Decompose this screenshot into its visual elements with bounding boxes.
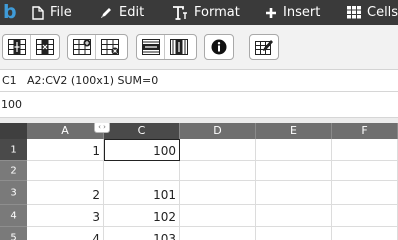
cell-a4[interactable]: 3 [27, 205, 104, 227]
row-number: 2 [10, 165, 17, 176]
formula-input[interactable] [0, 92, 396, 117]
cell-value: 1 [92, 144, 100, 158]
column-header-a[interactable]: A [27, 123, 104, 139]
insert-column-button[interactable] [3, 35, 31, 59]
insert-row-button[interactable] [68, 35, 96, 59]
cell-value: 100 [153, 144, 176, 158]
text-format-icon [173, 6, 187, 20]
cell-a1[interactable]: 1 [27, 139, 104, 161]
selection-summary: A2:CV2 (100x1) SUM=0 [27, 74, 159, 87]
edit-group [249, 34, 279, 60]
merge-tools-group [136, 34, 197, 60]
menu-format-label: Format [194, 5, 240, 20]
merge-columns-button[interactable] [165, 35, 193, 59]
cell-f5[interactable] [332, 227, 398, 240]
cell-c3[interactable]: 101 [104, 181, 180, 205]
spreadsheet-grid: A C D E F ‹ › 1 1 100 2 3 2 101 4 3 102 5 4 103 [0, 123, 398, 240]
merge-rows-button[interactable] [137, 35, 165, 59]
info-icon [211, 39, 227, 55]
column-header-d[interactable]: D [180, 123, 256, 139]
plus-icon [266, 7, 276, 18]
cell-f4[interactable] [332, 205, 398, 227]
menu-bar: b File Edit Format Insert Cells [0, 0, 398, 25]
info-button[interactable] [205, 35, 233, 59]
cell-a5[interactable]: 4 [27, 227, 104, 240]
delete-column-icon [36, 39, 54, 55]
cell-e3[interactable] [256, 181, 332, 205]
cell-value: 2 [92, 188, 100, 202]
cell-reference: C1 [2, 74, 17, 87]
row-number: 4 [10, 210, 17, 221]
select-all-corner[interactable] [0, 123, 27, 139]
edit-table-icon [255, 40, 273, 55]
merge-rows-icon [141, 39, 160, 55]
delete-row-icon [101, 39, 119, 55]
column-header-c[interactable]: C [104, 123, 180, 139]
menu-insert[interactable]: Insert [265, 0, 320, 25]
row-number: 3 [10, 187, 17, 198]
row-header-2[interactable]: 2 [0, 161, 27, 181]
cell-e4[interactable] [256, 205, 332, 227]
cell-c5[interactable]: 103 [104, 227, 180, 240]
cell-a2[interactable] [27, 161, 104, 181]
row-header-1[interactable]: 1 [0, 139, 27, 161]
selection-info-bar: C1 A2:CV2 (100x1) SUM=0 [0, 70, 398, 92]
menu-cells-label: Cells [367, 5, 398, 20]
cell-d1[interactable] [180, 139, 256, 161]
column-header-f[interactable]: F [332, 123, 398, 139]
pencil-icon [101, 8, 111, 18]
row-header-4[interactable]: 4 [0, 205, 27, 227]
row-tools-group [67, 34, 128, 60]
cell-value: 102 [153, 210, 176, 224]
app-logo[interactable]: b [3, 0, 19, 25]
toolbar [0, 25, 398, 70]
edit-table-button[interactable] [250, 35, 278, 59]
cell-value: 4 [92, 232, 100, 240]
delete-row-button[interactable] [96, 35, 124, 59]
cell-d2[interactable] [180, 161, 256, 181]
file-icon [32, 5, 44, 20]
cell-c2[interactable] [104, 161, 180, 181]
formula-bar [0, 92, 398, 118]
cell-c4[interactable]: 102 [104, 205, 180, 227]
merge-columns-icon [170, 39, 188, 55]
row-number: 5 [10, 232, 17, 240]
insert-row-icon [72, 39, 91, 55]
row-header-3[interactable]: 3 [0, 181, 27, 205]
cell-f1[interactable] [332, 139, 398, 161]
menu-file[interactable]: File [32, 0, 72, 25]
menu-edit-label: Edit [119, 5, 145, 20]
menu-insert-label: Insert [283, 5, 321, 20]
menu-file-label: File [50, 5, 72, 20]
cell-e5[interactable] [256, 227, 332, 240]
cell-d5[interactable] [180, 227, 256, 240]
cell-f3[interactable] [332, 181, 398, 205]
menu-cells[interactable]: Cells [347, 0, 398, 25]
cell-c1[interactable]: 100 [104, 139, 180, 161]
row-number: 1 [10, 144, 17, 155]
insert-column-icon [7, 39, 26, 55]
grid-icon [347, 6, 361, 19]
row-header-5[interactable]: 5 [0, 227, 27, 240]
menu-format[interactable]: Format [172, 0, 240, 25]
cell-e1[interactable] [256, 139, 332, 161]
cell-value: 103 [153, 232, 176, 240]
cell-a3[interactable]: 2 [27, 181, 104, 205]
hidden-column-toggle[interactable]: ‹ › [94, 123, 110, 133]
cell-f2[interactable] [332, 161, 398, 181]
cell-value: 3 [92, 210, 100, 224]
delete-column-button[interactable] [31, 35, 59, 59]
column-tools-group [2, 34, 60, 60]
cell-d3[interactable] [180, 181, 256, 205]
cell-value: 101 [153, 188, 176, 202]
info-group [204, 34, 234, 60]
cell-d4[interactable] [180, 205, 256, 227]
menu-edit[interactable]: Edit [100, 0, 144, 25]
cell-e2[interactable] [256, 161, 332, 181]
column-header-e[interactable]: E [256, 123, 332, 139]
